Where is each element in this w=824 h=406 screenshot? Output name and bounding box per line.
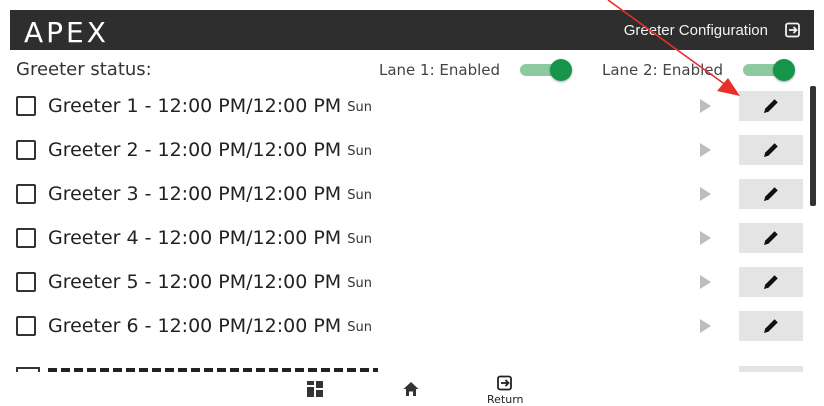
lane-2-label: Lane 2: Enabled	[602, 61, 724, 79]
play-icon[interactable]	[700, 99, 711, 113]
greeter-2-day: Sun	[347, 143, 372, 159]
greeter-1-checkbox[interactable]	[16, 96, 36, 116]
play-icon[interactable]	[700, 319, 711, 333]
greeter-row-partial	[16, 358, 808, 372]
greeter-4-name: Greeter 4 - 12:00 PM/12:00 PM	[48, 227, 342, 249]
lane-1-status: Lane 1: Enabled	[379, 59, 573, 81]
scrollbar-thumb[interactable]	[810, 86, 816, 206]
lane-2-status: Lane 2: Enabled	[602, 59, 796, 81]
lane-2-toggle[interactable]	[743, 59, 796, 81]
pencil-icon	[764, 99, 778, 113]
app-header: APEX Greeter Configuration	[10, 10, 814, 50]
greeter-1-name: Greeter 1 - 12:00 PM/12:00 PM	[48, 95, 342, 117]
greeter-2-name: Greeter 2 - 12:00 PM/12:00 PM	[48, 139, 342, 161]
greeter-4-checkbox[interactable]	[16, 228, 36, 248]
greeter-status-row: Greeter status: Lane 1: Enabled Lane 2: …	[16, 56, 812, 82]
logout-icon[interactable]	[784, 21, 802, 39]
greeter-5-edit-button[interactable]	[739, 267, 803, 297]
greeter-5-checkbox[interactable]	[16, 272, 36, 292]
play-icon[interactable]	[700, 187, 711, 201]
greeter-3-day: Sun	[347, 187, 372, 203]
greeter-4-day: Sun	[347, 231, 372, 247]
pencil-icon	[764, 231, 778, 245]
greeter-row-6: Greeter 6 - 12:00 PM/12:00 PM Sun	[16, 304, 808, 348]
pencil-icon	[764, 319, 778, 333]
grid-nav-button[interactable]	[306, 380, 324, 398]
greeter-row-2: Greeter 2 - 12:00 PM/12:00 PM Sun	[16, 128, 808, 172]
pencil-icon	[764, 187, 778, 201]
play-icon[interactable]	[700, 143, 711, 157]
greeter-4-edit-button[interactable]	[739, 223, 803, 253]
greeter-6-name: Greeter 6 - 12:00 PM/12:00 PM	[48, 315, 342, 337]
greeter-2-edit-button[interactable]	[739, 135, 803, 165]
bottom-nav: Return	[0, 372, 824, 406]
greeter-5-name: Greeter 5 - 12:00 PM/12:00 PM	[48, 271, 342, 293]
return-icon	[497, 375, 513, 391]
greeter-3-name: Greeter 3 - 12:00 PM/12:00 PM	[48, 183, 342, 205]
toggle-knob	[550, 59, 573, 81]
greeter-3-edit-button[interactable]	[739, 179, 803, 209]
lane-1-label: Lane 1: Enabled	[379, 61, 501, 79]
home-nav-button[interactable]	[402, 380, 420, 398]
greeter-list: Greeter 1 - 12:00 PM/12:00 PM Sun Greete…	[16, 84, 808, 372]
play-icon[interactable]	[700, 275, 711, 289]
greeter-1-edit-button[interactable]	[739, 91, 803, 121]
page-title: Greeter Configuration	[623, 21, 768, 39]
home-icon	[403, 382, 419, 396]
greeter-3-checkbox[interactable]	[16, 184, 36, 204]
pencil-icon	[764, 275, 778, 289]
greeter-row-1: Greeter 1 - 12:00 PM/12:00 PM Sun	[16, 84, 808, 128]
greeter-6-checkbox[interactable]	[16, 316, 36, 336]
greeter-6-edit-button[interactable]	[739, 311, 803, 341]
header-right: Greeter Configuration	[624, 21, 802, 39]
greeter-5-day: Sun	[347, 275, 372, 291]
greeter-2-checkbox[interactable]	[16, 140, 36, 160]
toggle-knob	[773, 59, 796, 81]
list-scrollbar[interactable]	[810, 86, 816, 368]
pencil-icon	[764, 143, 778, 157]
return-label: Return	[487, 393, 524, 406]
lane-1-toggle[interactable]	[520, 59, 573, 81]
grid-icon	[307, 381, 323, 397]
greeter-status-label: Greeter status:	[16, 58, 152, 80]
greeter-1-day: Sun	[347, 99, 372, 115]
greeter-row-3: Greeter 3 - 12:00 PM/12:00 PM Sun	[16, 172, 808, 216]
apex-logo: APEX	[24, 15, 109, 49]
greeter-row-5: Greeter 5 - 12:00 PM/12:00 PM Sun	[16, 260, 808, 304]
greeter-row-4: Greeter 4 - 12:00 PM/12:00 PM Sun	[16, 216, 808, 260]
return-nav-button[interactable]: Return	[487, 374, 524, 406]
greeter-6-day: Sun	[347, 319, 372, 335]
play-icon[interactable]	[700, 231, 711, 245]
